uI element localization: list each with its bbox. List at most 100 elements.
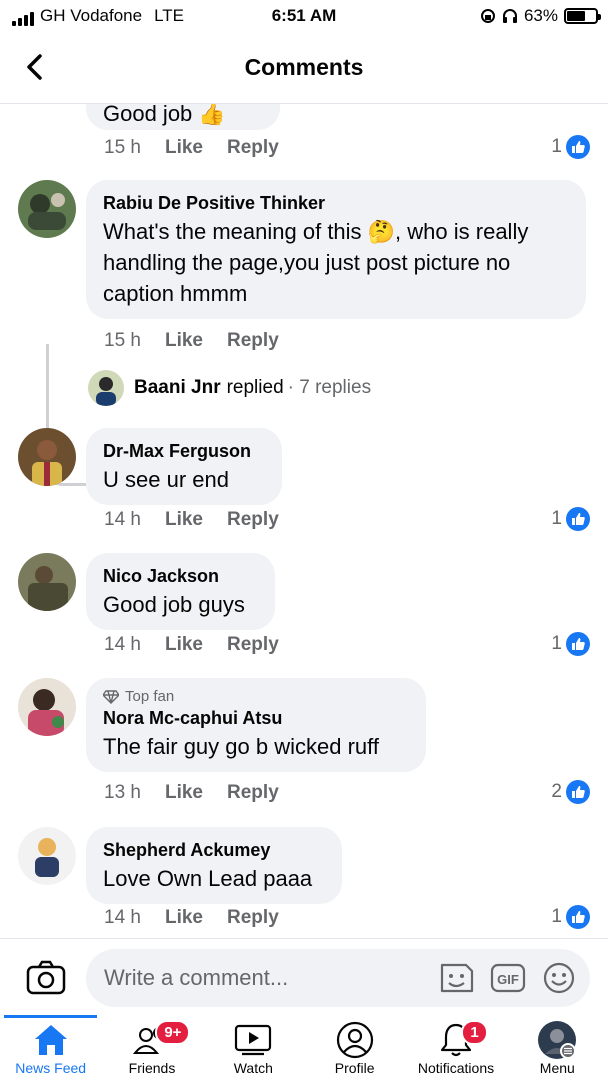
reaction-count[interactable]: 1 (551, 905, 590, 929)
tab-profile[interactable]: Profile (304, 1018, 405, 1080)
headphones-icon (502, 9, 517, 23)
sticker-icon[interactable] (438, 961, 474, 995)
notifications-badge: 1 (461, 1020, 488, 1045)
like-count: 1 (551, 633, 562, 654)
comment-bubble[interactable]: Nico Jackson Good job guys (86, 553, 275, 630)
comment-bubble[interactable]: Rabiu De Positive Thinker What's the mea… (86, 180, 586, 319)
like-count: 1 (551, 906, 562, 927)
comment-time: 14 h (104, 509, 141, 530)
tab-news-feed[interactable]: News Feed (0, 1015, 101, 1080)
reaction-count[interactable]: 2 (551, 780, 590, 804)
avatar[interactable] (18, 678, 76, 736)
friends-badge: 9+ (155, 1020, 191, 1045)
reply-button[interactable]: Reply (227, 509, 279, 531)
reply-button[interactable]: Reply (227, 330, 279, 352)
commenter-name[interactable]: Rabiu De Positive Thinker (103, 192, 569, 214)
reaction-count[interactable]: 1 (551, 632, 590, 656)
emoji-icon[interactable] (542, 961, 576, 995)
commenter-name[interactable]: Dr-Max Ferguson (103, 440, 265, 462)
status-bar: GH Vodafone LTE 6:51 AM 63% (0, 0, 608, 34)
reply-button[interactable]: Reply (227, 137, 279, 159)
reply-button[interactable]: Reply (227, 782, 279, 804)
like-count: 1 (551, 508, 562, 529)
commenter-name[interactable]: Nico Jackson (103, 565, 258, 587)
comment-bubble[interactable]: Dr-Max Ferguson U see ur end (86, 428, 282, 505)
comment-bubble[interactable]: Good job 👍 (86, 104, 280, 130)
tab-label: Friends (128, 1060, 176, 1076)
commenter-name[interactable]: Shepherd Ackumey (103, 839, 325, 861)
comment-text: Love Own Lead paaa (103, 866, 313, 891)
avatar (88, 370, 124, 406)
tab-label: Watch (233, 1060, 273, 1076)
tab-label: Notifications (417, 1060, 495, 1076)
like-count: 2 (551, 781, 562, 802)
bottom-tab-bar: News Feed 9+ Friends Watch Profile 1 Not… (0, 1015, 608, 1080)
comment-text: The fair guy go b wicked ruff (103, 734, 379, 759)
reply-button[interactable]: Reply (227, 907, 279, 929)
tab-label: News Feed (15, 1060, 87, 1076)
comment-time: 14 h (104, 907, 141, 928)
watch-icon (235, 1024, 272, 1056)
avatar[interactable] (18, 428, 76, 486)
comment-time: 14 h (104, 634, 141, 655)
gif-icon[interactable]: GIF (490, 963, 526, 993)
like-button[interactable]: Like (165, 907, 203, 929)
like-button[interactable]: Like (165, 509, 203, 531)
avatar[interactable] (18, 827, 76, 885)
like-count: 1 (551, 136, 562, 157)
reply-button[interactable]: Reply (227, 634, 279, 656)
battery-icon (564, 8, 601, 24)
tab-notifications[interactable]: 1 Notifications (405, 1018, 506, 1080)
thumbs-up-icon (566, 135, 590, 159)
tab-label: Profile (334, 1060, 375, 1076)
reply-author: Baani Jnr (134, 377, 221, 398)
thumbs-up-icon (566, 905, 590, 929)
comment-input[interactable]: Write a comment... GIF (86, 949, 590, 1007)
tab-friends[interactable]: 9+ Friends (101, 1018, 202, 1080)
comment-input-placeholder: Write a comment... (104, 965, 289, 990)
commenter-name[interactable]: Nora Mc-caphui Atsu (103, 707, 409, 729)
page-title: Comments (244, 54, 364, 80)
reply-count: · 7 replies (287, 377, 372, 398)
comment-meta: 15 h Like Reply (104, 330, 279, 352)
home-icon (34, 1025, 67, 1055)
badge-label: Top fan (125, 688, 175, 705)
thumbs-up-icon (566, 780, 590, 804)
svg-text:GIF: GIF (497, 972, 519, 987)
thumbs-up-icon (566, 507, 590, 531)
avatar[interactable] (18, 180, 76, 238)
tab-watch[interactable]: Watch (203, 1018, 304, 1080)
menu-avatar (538, 1021, 577, 1059)
comment-bubble[interactable]: Top fan Nora Mc-caphui Atsu The fair guy… (86, 678, 426, 772)
comment-meta: 14 h Like Reply (104, 634, 279, 656)
camera-icon[interactable] (26, 959, 66, 995)
like-button[interactable]: Like (165, 782, 203, 804)
tab-menu[interactable]: Menu (507, 1018, 608, 1080)
comment-time: 15 h (104, 137, 141, 158)
comment-meta: 15 h Like Reply (104, 137, 279, 159)
like-button[interactable]: Like (165, 137, 203, 159)
comments-list[interactable]: Good job 👍 15 h Like Reply 1 Rabiu De Po… (0, 104, 608, 938)
view-replies-link[interactable]: Baani Jnr replied · 7 replies (88, 370, 371, 406)
avatar[interactable] (18, 553, 76, 611)
comment-time: 13 h (104, 782, 141, 803)
comment-text: Good job 👍 (103, 104, 226, 126)
tab-label: Menu (539, 1060, 575, 1076)
comment-text: Good job guys (103, 592, 245, 617)
like-button[interactable]: Like (165, 634, 203, 656)
comment-meta: 14 h Like Reply (104, 907, 279, 929)
comment-text: What's the meaning of this 🤔, who is rea… (103, 219, 529, 306)
top-fan-badge: Top fan (103, 688, 409, 705)
reaction-count[interactable]: 1 (551, 135, 590, 159)
comment-composer: Write a comment... GIF (0, 938, 608, 1018)
reply-action: replied (226, 377, 284, 398)
thumbs-up-icon (566, 632, 590, 656)
like-button[interactable]: Like (165, 330, 203, 352)
comment-bubble[interactable]: Shepherd Ackumey Love Own Lead paaa (86, 827, 342, 904)
comment-text: U see ur end (103, 467, 229, 492)
comment-meta: 13 h Like Reply (104, 782, 279, 804)
reaction-count[interactable]: 1 (551, 507, 590, 531)
diamond-icon (103, 689, 119, 704)
header: Comments (0, 34, 608, 104)
rotation-lock-icon (480, 9, 495, 23)
